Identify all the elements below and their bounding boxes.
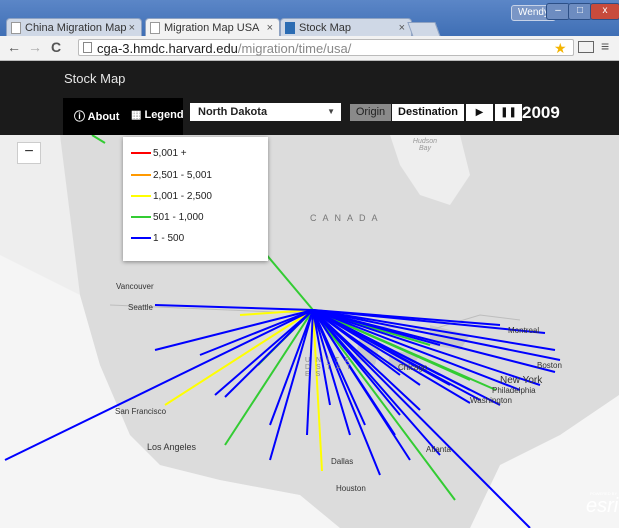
maximize-button[interactable]: □ — [568, 3, 592, 20]
map-label-united-states: U N I T E D S T A T E S — [305, 357, 353, 378]
legend-item: 5,001 + — [131, 147, 187, 161]
url-path: /migration/time/usa/ — [237, 41, 352, 56]
page-icon — [285, 22, 295, 34]
map-label-new-york: New York — [500, 375, 543, 386]
year-display: 2009 — [522, 103, 560, 122]
chevron-down-icon: ▼ — [327, 107, 335, 116]
legend-swatch-red — [131, 152, 151, 155]
legend-item: 2,501 - 5,001 — [131, 169, 212, 183]
reload-icon[interactable]: C — [51, 39, 61, 55]
legend-item: 1,001 - 2,500 — [131, 190, 212, 204]
grid-icon: ▦ — [131, 109, 142, 121]
legend-swatch-green — [131, 216, 151, 219]
page-icon — [150, 22, 160, 34]
page-icon — [11, 22, 21, 34]
menu-icon[interactable]: ≡ — [601, 38, 609, 54]
map-label-atlanta: Atlanta — [426, 445, 451, 454]
pause-button[interactable]: ❚❚ — [495, 104, 522, 121]
map-label-canada: C A N A D A — [310, 213, 380, 223]
map-label-vancouver: Vancouver — [116, 282, 154, 291]
tab-label: Stock Map — [299, 22, 351, 34]
address-bar: ← → C cga-3.hmdc.harvard.edu/migration/t… — [0, 36, 619, 61]
url-host: cga-3.hmdc.harvard.edu — [97, 41, 238, 56]
legend-button[interactable]: ▦ Legend — [131, 108, 184, 121]
bookmark-star-icon[interactable]: ★ — [554, 40, 567, 57]
map-label-boston: Boston — [537, 361, 562, 370]
legend-swatch-orange — [131, 174, 151, 177]
page-icon — [83, 42, 92, 53]
app-title: Stock Map — [64, 71, 126, 86]
esri-logo: esri — [586, 495, 619, 517]
play-button[interactable]: ▶ — [466, 104, 493, 121]
tab-china-migration-map[interactable]: China Migration Map × — [6, 18, 142, 36]
map-label-seattle: Seattle — [128, 303, 153, 312]
map-label-washington: Washington — [470, 396, 512, 405]
map-canvas[interactable]: − 5,001 + 2,501 - 5,001 1,001 - 2,500 50… — [0, 135, 619, 528]
back-arrow-icon[interactable]: ← — [7, 39, 21, 55]
app-header: Stock Map ⓘ About ▦ Legend North Dakota … — [0, 61, 619, 135]
origin-toggle[interactable]: Origin — [350, 104, 391, 121]
legend-swatch-yellow — [131, 195, 151, 198]
state-select[interactable]: North Dakota ▼ — [190, 103, 341, 121]
legend-swatch-blue — [131, 237, 151, 240]
map-label-san-francisco: San Francisco — [115, 407, 167, 416]
cast-icon[interactable] — [578, 41, 594, 53]
map-label-los-angeles: Los Angeles — [147, 442, 197, 452]
legend-panel: 5,001 + 2,501 - 5,001 1,001 - 2,500 501 … — [123, 137, 268, 261]
app: Stock Map ⓘ About ▦ Legend North Dakota … — [0, 61, 619, 528]
tab-migration-map-usa[interactable]: Migration Map USA × — [145, 18, 280, 36]
new-tab-button[interactable] — [407, 22, 441, 37]
map-label-chicago: Chicago — [398, 363, 428, 372]
close-icon[interactable]: × — [267, 19, 273, 37]
info-icon: ⓘ — [74, 111, 85, 123]
map-label-montreal: Montreal — [508, 326, 540, 335]
browser-window: China Migration Map × Migration Map USA … — [0, 0, 619, 528]
map-label-houston: Houston — [336, 484, 366, 493]
destination-toggle[interactable]: Destination — [392, 104, 464, 121]
title-bar: China Migration Map × Migration Map USA … — [0, 0, 619, 37]
close-icon[interactable]: × — [129, 19, 135, 37]
minimize-button[interactable]: ‒ — [546, 3, 570, 20]
legend-item: 501 - 1,000 — [131, 211, 204, 225]
close-window-button[interactable]: x — [590, 3, 619, 20]
tab-stock-map[interactable]: Stock Map × — [280, 18, 412, 36]
close-icon[interactable]: × — [399, 19, 405, 37]
url-input[interactable]: cga-3.hmdc.harvard.edu/migration/time/us… — [78, 39, 574, 56]
map-label-philadelphia: Philadelphia — [492, 386, 536, 395]
tab-label: China Migration Map — [25, 22, 127, 34]
map-label-dallas: Dallas — [331, 457, 354, 466]
about-button[interactable]: ⓘ About — [74, 108, 119, 124]
map-label-hudson-bay: Hudson Bay — [412, 138, 438, 152]
forward-arrow-icon[interactable]: → — [28, 39, 42, 55]
legend-item: 1 - 500 — [131, 232, 184, 246]
zoom-out-button[interactable]: − — [17, 142, 41, 164]
tab-label: Migration Map USA — [164, 22, 260, 34]
